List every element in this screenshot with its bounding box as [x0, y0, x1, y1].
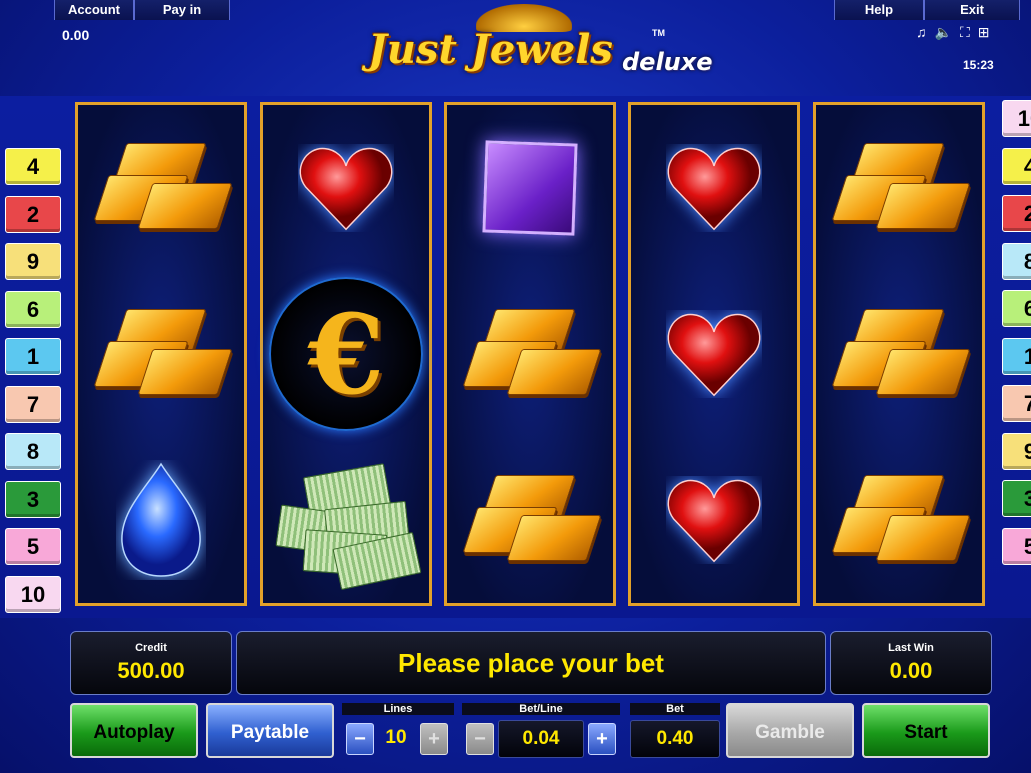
money-stack-icon: [275, 460, 422, 591]
payline-badge-9[interactable]: 9: [1002, 432, 1031, 470]
reel-symbol: [447, 437, 613, 603]
logo-trademark: TM: [652, 28, 665, 38]
reel-symbol: [631, 437, 797, 603]
reel-5: [813, 102, 985, 606]
gold-bars-icon: [462, 475, 602, 565]
payline-badge-1[interactable]: 1: [5, 338, 61, 375]
red-heart-ruby-icon: [667, 147, 761, 231]
lines-label: Lines: [342, 703, 454, 715]
reel-area: €: [0, 96, 1031, 618]
bet-line-label: Bet/Line: [462, 703, 620, 715]
payline-badge-5[interactable]: 5: [5, 528, 61, 565]
status-message: Please place your bet: [398, 648, 664, 678]
reel-symbol: [631, 271, 797, 437]
reel-3: [444, 102, 616, 606]
payline-badge-8[interactable]: 8: [5, 433, 61, 470]
reel-symbol: [447, 271, 613, 437]
last-win-label: Last Win: [888, 642, 934, 654]
account-tab[interactable]: Account: [54, 0, 134, 20]
payline-badge-6[interactable]: 6: [1002, 290, 1031, 327]
red-heart-ruby-icon: [667, 479, 761, 563]
reel-symbol: [816, 105, 982, 271]
payline-badge-7[interactable]: 7: [5, 385, 61, 423]
red-heart-ruby-icon: [667, 313, 761, 397]
bet-value: 0.40: [630, 720, 720, 758]
payline-badge-4[interactable]: 4: [1002, 147, 1031, 185]
reel-symbol: [78, 105, 244, 271]
blue-sapphire-icon: [121, 462, 201, 577]
payline-badge-1[interactable]: 1: [1002, 337, 1031, 375]
help-tab[interactable]: Help: [834, 0, 924, 20]
bet-label: Bet: [630, 703, 720, 715]
reel-symbol: [78, 437, 244, 603]
last-win-panel: Last Win 0.00: [830, 631, 992, 695]
credit-label: Credit: [135, 642, 167, 654]
payline-badge-7[interactable]: 7: [1002, 385, 1031, 422]
bet-line-increase-button[interactable]: +: [588, 723, 616, 755]
account-balance: 0.00: [62, 27, 90, 43]
message-panel: Please place your bet: [236, 631, 826, 695]
gold-bars-icon: [831, 309, 971, 399]
purple-amethyst-icon: [482, 140, 578, 236]
autoplay-button[interactable]: Autoplay: [70, 703, 198, 758]
payline-badge-9[interactable]: 9: [5, 243, 61, 280]
euro-coin-icon: €: [269, 277, 423, 431]
reel-symbol: [78, 271, 244, 437]
utility-icons: ♫ 🔈 ⛶ ⊞: [916, 24, 989, 41]
reel-2: €: [260, 102, 432, 606]
exit-tab[interactable]: Exit: [924, 0, 1020, 20]
lines-value: 10: [385, 727, 407, 748]
logo-subtitle: deluxe: [622, 48, 713, 76]
credit-panel: Credit 500.00: [70, 631, 232, 695]
reel-symbol: [447, 105, 613, 271]
paytable-button[interactable]: Paytable: [206, 703, 334, 758]
gold-bars-icon: [462, 309, 602, 399]
payline-badge-8[interactable]: 8: [1002, 242, 1031, 280]
reel-symbol: [263, 105, 429, 271]
payline-badge-4[interactable]: 4: [5, 148, 61, 185]
gamble-button[interactable]: Gamble: [726, 703, 854, 758]
bet-line-decrease-button[interactable]: −: [466, 723, 494, 755]
payline-badge-6[interactable]: 6: [5, 290, 61, 328]
reel-symbol: [816, 271, 982, 437]
reel-symbol: [263, 437, 429, 603]
reel-symbol: [816, 437, 982, 603]
toggle-icon[interactable]: ⛶: [960, 24, 970, 41]
reel-1: [75, 102, 247, 606]
payline-badge-2[interactable]: 2: [1002, 195, 1031, 232]
gold-bars-icon: [831, 475, 971, 565]
gold-bars-icon: [93, 143, 233, 233]
start-button[interactable]: Start: [862, 703, 990, 758]
speaker-icon[interactable]: 🔈: [935, 24, 952, 41]
payline-badge-10[interactable]: 10: [5, 575, 61, 613]
payline-badge-3[interactable]: 3: [5, 480, 61, 518]
lines-decrease-button[interactable]: −: [346, 723, 374, 755]
red-heart-ruby-icon: [299, 147, 393, 231]
game-logo: Just Jewels TM deluxe: [360, 4, 713, 90]
gold-bars-icon: [831, 143, 971, 233]
reel-symbol: [631, 105, 797, 271]
payline-badge-3[interactable]: 3: [1002, 480, 1031, 517]
reel-symbol: €: [263, 271, 429, 437]
last-win-value: 0.00: [889, 658, 933, 683]
payline-badge-10[interactable]: 10: [1002, 100, 1031, 137]
payline-badge-5[interactable]: 5: [1002, 527, 1031, 565]
payline-badge-2[interactable]: 2: [5, 195, 61, 233]
music-note-icon[interactable]: ♫: [916, 24, 927, 41]
fullscreen-icon[interactable]: ⊞: [978, 24, 990, 41]
gold-bars-icon: [93, 309, 233, 399]
reel-4: [628, 102, 800, 606]
bet-line-value: 0.04: [498, 720, 584, 758]
logo-title: Just Jewels: [368, 26, 613, 73]
lines-increase-button[interactable]: +: [420, 723, 448, 755]
pay-in-tab[interactable]: Pay in: [134, 0, 230, 20]
clock: 15:23: [963, 58, 994, 72]
credit-value: 500.00: [117, 658, 185, 683]
